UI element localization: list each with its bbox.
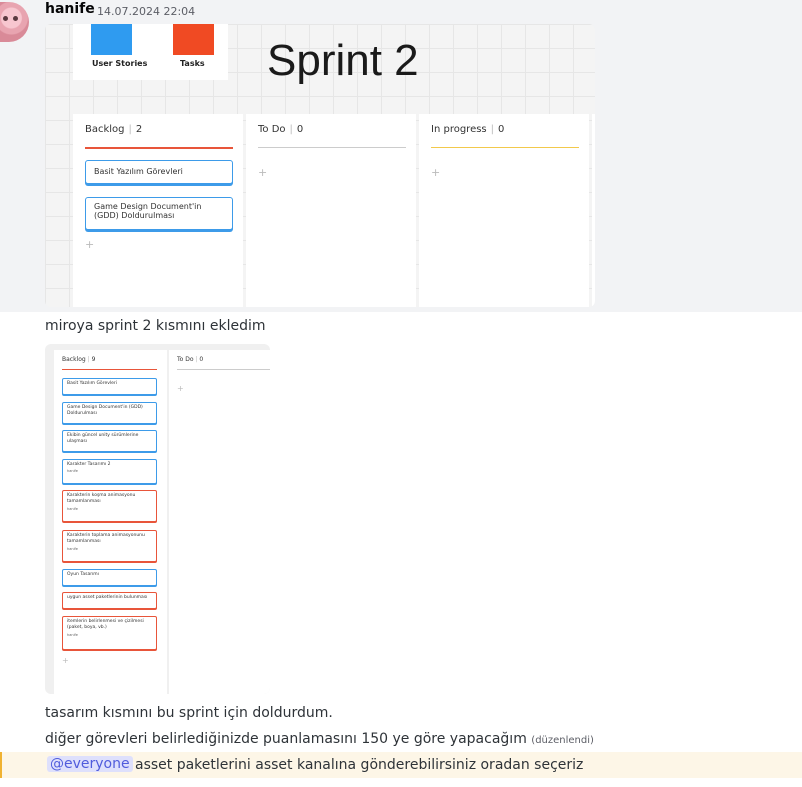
board-title: Sprint 2 bbox=[267, 36, 419, 85]
message-line: tasarım kısmını bu sprint için doldurdum… bbox=[45, 705, 333, 721]
board-card[interactable]: Karakterin koşma animasyonu tamamlanması… bbox=[62, 490, 157, 522]
card-assignee: hanife bbox=[67, 632, 78, 637]
add-card-icon[interactable]: + bbox=[177, 384, 184, 393]
card-text: Ekibin güncel unity sürümlerine ulaşması bbox=[67, 433, 139, 445]
add-card-icon[interactable]: + bbox=[62, 656, 69, 665]
board-column-backlog: Backlog | 2 Basit Yazılım Görevleri Game D… bbox=[73, 114, 243, 307]
board-card[interactable]: Basit Yazılım Görevleri bbox=[62, 378, 157, 395]
board-card[interactable]: Ekibin güncel unity sürümlerine ulaşması bbox=[62, 430, 157, 452]
board-card[interactable]: Karakterin toplama animasyonunu tamamlan… bbox=[62, 530, 157, 562]
edited-label: (düzenlendi) bbox=[531, 735, 594, 746]
avatar[interactable] bbox=[0, 2, 29, 42]
add-card-icon[interactable]: + bbox=[85, 238, 94, 251]
mention-everyone[interactable]: @everyone bbox=[47, 756, 133, 772]
legend-swatch-tasks bbox=[173, 24, 214, 55]
card-assignee: hanife bbox=[67, 469, 78, 474]
board-card[interactable]: itemlerin belirlenmesi ve çizilmesi (pak… bbox=[62, 616, 157, 650]
board-card[interactable]: Game Design Document'in (GDD) Doldurulma… bbox=[62, 402, 157, 424]
board-card[interactable]: Game Design Document'in (GDD) Doldurulma… bbox=[85, 197, 233, 230]
column-divider bbox=[85, 147, 233, 149]
username[interactable]: hanife bbox=[45, 1, 95, 17]
board-card[interactable]: Basit Yazılım Görevleri bbox=[85, 160, 233, 184]
card-text: itemlerin belirlenmesi ve çizilmesi (pak… bbox=[67, 619, 144, 631]
board-column-partial bbox=[592, 114, 595, 307]
legend-label: User Stories bbox=[92, 59, 148, 68]
column-header: To Do | 0 bbox=[177, 356, 204, 363]
legend-card: User Stories Tasks bbox=[73, 24, 228, 80]
board-column-backlog: Backlog | 9 Basit Yazılım Görevleri Game … bbox=[54, 350, 167, 694]
board-card[interactable]: uygun asset paketlerinin bulunması bbox=[62, 592, 157, 609]
card-text: uygun asset paketlerinin bulunması bbox=[67, 595, 148, 600]
board-card[interactable]: Oyun Tasarımı bbox=[62, 569, 157, 586]
add-card-icon[interactable]: + bbox=[258, 166, 267, 179]
card-text: Karakterin koşma animasyonu tamamlanması bbox=[67, 493, 136, 505]
card-text: Karakter Tasarımı 2 bbox=[67, 462, 111, 467]
attachment-image-backlog[interactable]: Backlog | 9 Basit Yazılım Görevleri Game … bbox=[45, 344, 270, 694]
card-assignee: hanife bbox=[67, 546, 78, 551]
card-assignee: hanife bbox=[67, 506, 78, 511]
legend-swatch-user-stories bbox=[91, 24, 132, 55]
timestamp[interactable]: 14.07.2024 22:04 bbox=[97, 5, 195, 18]
column-header: Backlog | 2 bbox=[85, 124, 143, 135]
message-line: miroya sprint 2 kısmını ekledim bbox=[45, 318, 266, 334]
legend-label: Tasks bbox=[180, 59, 205, 68]
card-text: Basit Yazılım Görevleri bbox=[67, 381, 117, 386]
column-header: In progress | 0 bbox=[431, 124, 505, 135]
message-line: asset paketlerini asset kanalına göndere… bbox=[135, 757, 584, 773]
add-card-icon[interactable]: + bbox=[431, 166, 440, 179]
board-column-todo: To Do | 0 + bbox=[246, 114, 416, 307]
column-divider bbox=[431, 147, 579, 148]
card-text: Oyun Tasarımı bbox=[67, 572, 99, 577]
column-header: Backlog | 9 bbox=[62, 356, 96, 363]
board-column-in-progress: In progress | 0 + bbox=[419, 114, 589, 307]
message-line: diğer görevleri belirlediğinizde puanlam… bbox=[45, 731, 594, 747]
column-divider bbox=[258, 147, 406, 148]
board-card[interactable]: Karakter Tasarımı 2 hanife bbox=[62, 459, 157, 484]
attachment-image-sprint-board[interactable]: User Stories Tasks Sprint 2 Backlog | 2 Ba… bbox=[45, 24, 595, 307]
column-header: To Do | 0 bbox=[258, 124, 304, 135]
card-text: Game Design Document'in (GDD) Doldurulma… bbox=[67, 405, 143, 417]
message-header-area: hanife 14.07.2024 22:04 User Stories Tas… bbox=[0, 0, 802, 312]
column-divider bbox=[177, 369, 270, 370]
card-text: Karakterin toplama animasyonunu tamamlan… bbox=[67, 533, 145, 545]
column-divider bbox=[62, 369, 157, 370]
mention-highlight-row: @everyone asset paketlerini asset kanalı… bbox=[0, 752, 802, 778]
board-column-todo: To Do | 0 + bbox=[169, 350, 270, 694]
